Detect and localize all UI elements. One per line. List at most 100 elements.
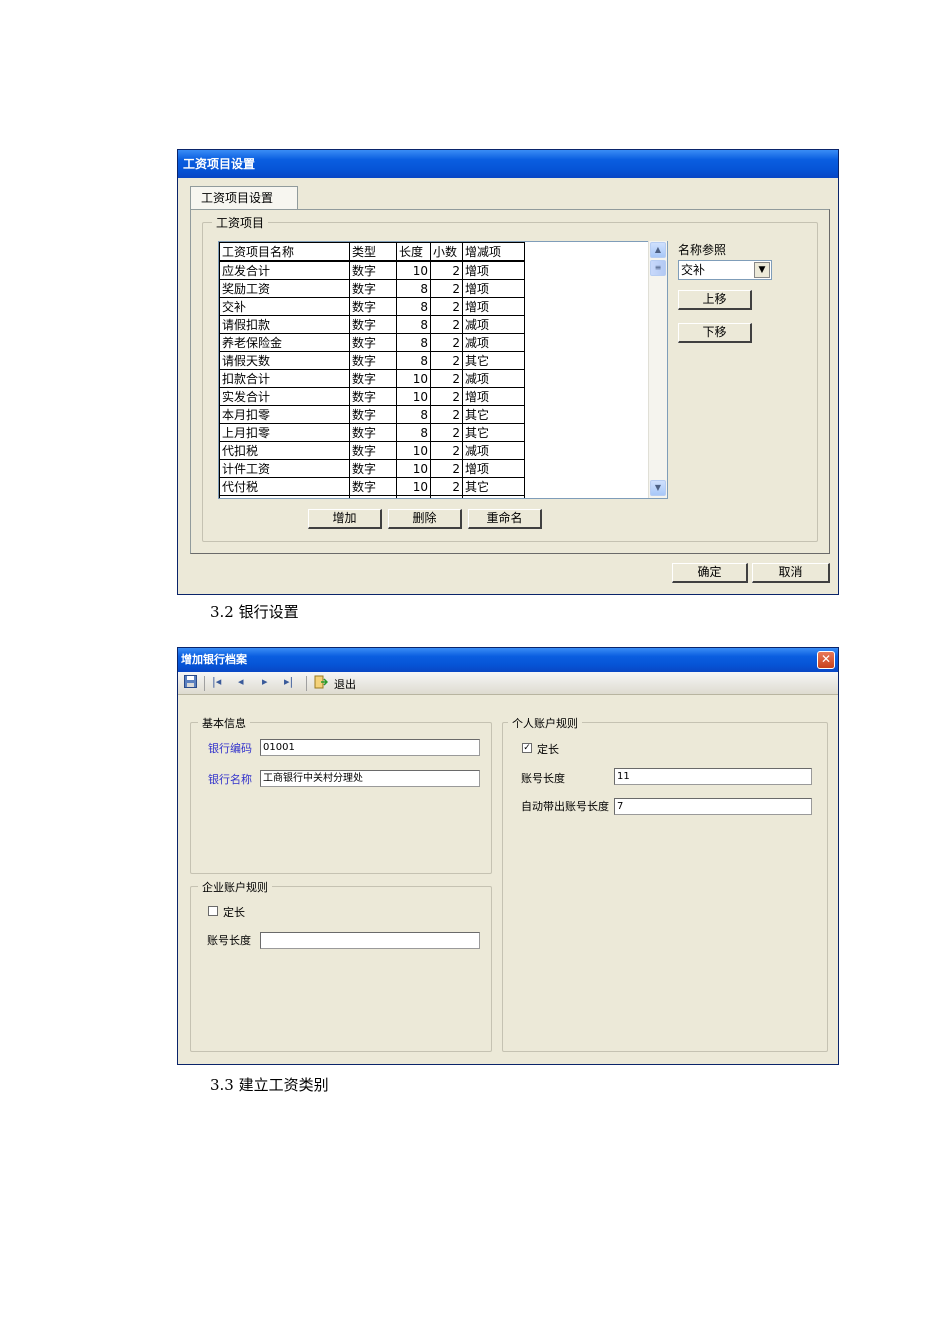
table-header-row: 工资项目名称 类型 长度 小数 增减项 bbox=[219, 242, 525, 262]
grid-scrollbar[interactable]: ▲ ≡ ▼ bbox=[648, 241, 667, 498]
cell-incdec: 增项 bbox=[462, 297, 525, 316]
first-record-icon[interactable]: |◂ bbox=[212, 675, 221, 688]
cell-name: 扣款合计 bbox=[219, 369, 350, 388]
exit-icon[interactable] bbox=[314, 675, 329, 692]
cell-incdec: 减项 bbox=[462, 315, 525, 334]
corp-fixed-length-label: 定长 bbox=[223, 906, 245, 919]
name-ref-select[interactable]: 交补 ▼ bbox=[678, 260, 772, 280]
table-row[interactable]: 实发合计 数字 10 2 增项 bbox=[219, 387, 525, 406]
salary-item-settings-window: 工资项目设置 工资项目设置 工资项目 工资项目名称 类型 长度 小数 增减项 应… bbox=[177, 149, 839, 595]
col-header-length[interactable]: 长度 bbox=[396, 242, 431, 262]
basic-info-label: 基本信息 bbox=[198, 715, 250, 731]
name-ref-value: 交补 bbox=[681, 263, 706, 277]
cell-length: 10 bbox=[396, 260, 431, 280]
cell-name: 本月扣零 bbox=[219, 405, 350, 424]
table-row[interactable]: 年终奖数字102其它 bbox=[219, 495, 525, 498]
add-button[interactable]: 增加 bbox=[308, 509, 382, 529]
cell-name: 计件工资 bbox=[219, 459, 350, 478]
cell-length: 10 bbox=[396, 495, 431, 498]
tab-salary-items[interactable]: 工资项目设置 bbox=[190, 186, 298, 210]
table-row[interactable]: 应发合计 数字 10 2 增项 bbox=[219, 260, 525, 280]
cell-incdec: 增项 bbox=[462, 459, 525, 478]
table-row[interactable]: 上月扣零 数字 8 2 其它 bbox=[219, 423, 525, 442]
add-bank-record-window: 增加银行档案 ✕ |◂ ◂ ▸ ▸| 退出 基本信息 银行编码 01001 银行… bbox=[177, 647, 839, 1065]
next-record-icon[interactable]: ▸ bbox=[262, 675, 268, 688]
cell-type: 数字 bbox=[349, 405, 397, 424]
cell-name: 奖励工资 bbox=[219, 279, 350, 298]
table-row[interactable]: 请假扣款 数字 8 2 减项 bbox=[219, 315, 525, 334]
personal-fixed-length-label: 定长 bbox=[537, 743, 559, 756]
cell-type: 数字 bbox=[349, 477, 397, 496]
exit-button[interactable]: 退出 bbox=[334, 676, 356, 692]
personal-account-length-label: 账号长度 bbox=[521, 772, 565, 785]
col-header-name[interactable]: 工资项目名称 bbox=[219, 242, 350, 262]
col-header-decimal[interactable]: 小数 bbox=[430, 242, 463, 262]
cell-incdec: 其它 bbox=[462, 423, 525, 442]
cell-length: 8 bbox=[396, 405, 431, 424]
scroll-down-arrow-icon[interactable]: ▼ bbox=[650, 480, 666, 496]
window-title: 增加银行档案 bbox=[178, 648, 838, 672]
table-row[interactable]: 代扣税 数字 10 2 减项 bbox=[219, 441, 525, 460]
col-header-incdec[interactable]: 增减项 bbox=[462, 242, 525, 262]
cancel-button[interactable]: 取消 bbox=[752, 563, 830, 583]
table-row[interactable]: 养老保险金 数字 8 2 减项 bbox=[219, 333, 525, 352]
personal-rules-label: 个人账户规则 bbox=[508, 715, 582, 731]
scroll-thumb[interactable]: ≡ bbox=[650, 260, 666, 276]
move-down-button[interactable]: 下移 bbox=[678, 323, 752, 343]
auto-account-length-label: 自动带出账号长度 bbox=[521, 800, 609, 813]
table-row[interactable]: 请假天数 数字 8 2 其它 bbox=[219, 351, 525, 370]
personal-account-length-input[interactable]: 11 bbox=[614, 768, 812, 785]
cell-length: 8 bbox=[396, 315, 431, 334]
cell-decimal: 2 bbox=[430, 459, 463, 478]
cell-type: 数字 bbox=[349, 369, 397, 388]
delete-button[interactable]: 删除 bbox=[388, 509, 462, 529]
table-row[interactable]: 交补 数字 8 2 增项 bbox=[219, 297, 525, 316]
cell-incdec: 其它 bbox=[462, 495, 525, 498]
cell-decimal: 2 bbox=[430, 369, 463, 388]
group-label: 工资项目 bbox=[212, 214, 269, 231]
chevron-down-icon[interactable]: ▼ bbox=[754, 262, 770, 278]
cell-name: 应发合计 bbox=[219, 260, 350, 280]
cell-type: 数字 bbox=[349, 351, 397, 370]
cell-type: 数字 bbox=[349, 333, 397, 352]
name-ref-label: 名称参照 bbox=[678, 243, 727, 257]
scroll-up-arrow-icon[interactable]: ▲ bbox=[650, 242, 666, 258]
cell-type: 数字 bbox=[349, 297, 397, 316]
cell-incdec: 增项 bbox=[462, 387, 525, 406]
cell-type: 数字 bbox=[349, 459, 397, 478]
corp-fixed-length-checkbox[interactable] bbox=[208, 906, 218, 916]
cell-length: 10 bbox=[396, 477, 431, 496]
cell-name: 养老保险金 bbox=[219, 333, 350, 352]
window-title: 工资项目设置 bbox=[178, 150, 838, 178]
corp-account-length-input[interactable] bbox=[260, 932, 480, 949]
table-row[interactable]: 代付税 数字 10 2 其它 bbox=[219, 477, 525, 496]
table-row[interactable]: 扣款合计 数字 10 2 减项 bbox=[219, 369, 525, 388]
bank-code-input[interactable]: 01001 bbox=[260, 739, 480, 756]
move-up-button[interactable]: 上移 bbox=[678, 290, 752, 310]
cell-decimal: 2 bbox=[430, 279, 463, 298]
auto-account-length-input[interactable]: 7 bbox=[614, 798, 812, 815]
table-row[interactable]: 计件工资 数字 10 2 增项 bbox=[219, 459, 525, 478]
cell-name: 年终奖 bbox=[219, 495, 350, 498]
previous-record-icon[interactable]: ◂ bbox=[238, 675, 244, 688]
table-row[interactable]: 本月扣零 数字 8 2 其它 bbox=[219, 405, 525, 424]
rename-button[interactable]: 重命名 bbox=[468, 509, 542, 529]
ok-button[interactable]: 确定 bbox=[672, 563, 748, 583]
salary-items-table: 工资项目名称 类型 长度 小数 增减项 应发合计 数字 10 2 增项 奖励工资 数字 8 2 增… bbox=[219, 242, 525, 498]
salary-items-grid[interactable]: 工资项目名称 类型 长度 小数 增减项 应发合计 数字 10 2 增项 奖励工资 数字 8 2 增… bbox=[218, 241, 668, 499]
cell-decimal: 2 bbox=[430, 315, 463, 334]
last-record-icon[interactable]: ▸| bbox=[284, 675, 293, 688]
table-row[interactable]: 奖励工资 数字 8 2 增项 bbox=[219, 279, 525, 298]
cell-length: 8 bbox=[396, 297, 431, 316]
cell-decimal: 2 bbox=[430, 387, 463, 406]
cell-decimal: 2 bbox=[430, 423, 463, 442]
bank-name-input[interactable]: 工商银行中关村分理处 bbox=[260, 770, 480, 787]
save-icon[interactable] bbox=[184, 675, 197, 691]
personal-fixed-length-checkbox[interactable]: ✓ bbox=[522, 743, 532, 753]
cell-name: 代付税 bbox=[219, 477, 350, 496]
col-header-type[interactable]: 类型 bbox=[349, 242, 397, 262]
cell-length: 8 bbox=[396, 423, 431, 442]
close-icon[interactable]: ✕ bbox=[817, 651, 835, 669]
cell-length: 10 bbox=[396, 459, 431, 478]
cell-length: 8 bbox=[396, 333, 431, 352]
